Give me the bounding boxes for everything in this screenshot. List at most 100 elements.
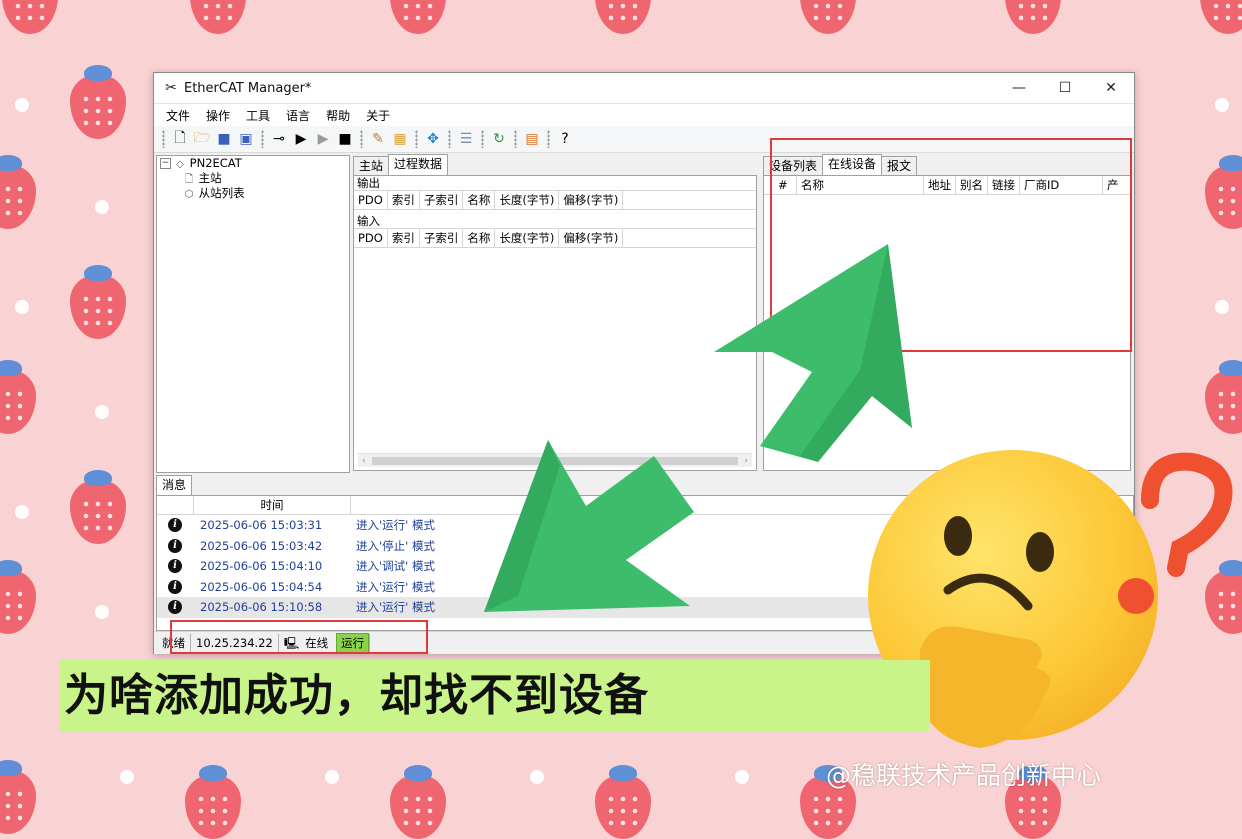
package-icon[interactable]: ▦: [389, 128, 411, 150]
col-pdo[interactable]: PDO: [354, 191, 388, 209]
col-pdo[interactable]: PDO: [354, 229, 388, 247]
toolbar-grip: [481, 130, 484, 148]
message-time: 2025-06-06 15:03:31: [200, 518, 323, 533]
tab-master[interactable]: 主站: [353, 156, 390, 175]
tree-item-slaves[interactable]: ⬡ 从站列表: [157, 186, 349, 201]
polka-dot: [1215, 300, 1229, 314]
col-offset[interactable]: 偏移(字节): [559, 229, 624, 247]
col-length[interactable]: 长度(字节): [495, 191, 560, 209]
col-name[interactable]: 名称: [463, 191, 496, 209]
info-icon: i: [168, 518, 182, 533]
strawberry-icon: [0, 360, 36, 434]
menu-tools[interactable]: 工具: [238, 107, 278, 124]
col-index[interactable]: 索引: [388, 191, 420, 209]
save-icon[interactable]: ■: [213, 128, 235, 150]
strawberry-icon: [595, 765, 651, 839]
network-icon[interactable]: ✥: [422, 128, 444, 150]
watermark-text: @稳联技术产品创新中心: [826, 761, 1102, 790]
tree-item-master[interactable]: 🗋 主站: [157, 171, 349, 186]
scroll-thumb[interactable]: [371, 456, 739, 465]
tab-process-data[interactable]: 过程数据: [388, 154, 449, 175]
menu-help[interactable]: 帮助: [318, 107, 358, 124]
strawberry-icon: [390, 765, 446, 839]
polka-dot: [95, 200, 109, 214]
collapse-icon[interactable]: −: [160, 158, 171, 169]
toolbar-grip: [162, 130, 165, 148]
list-icon[interactable]: ☰: [455, 128, 477, 150]
message-text: 进入'运行' 模式: [356, 579, 435, 594]
strawberry-icon: [0, 560, 36, 634]
tools-icon[interactable]: ✎: [367, 128, 389, 150]
polka-dot: [1215, 505, 1229, 519]
menu-bar: 文件 操作 工具 语言 帮助 关于: [154, 104, 1134, 126]
online-devices-highlight: [770, 138, 1132, 352]
input-section-label: 输入: [354, 214, 756, 228]
save-as-icon[interactable]: ▣: [235, 128, 257, 150]
question-mark-icon: [1141, 452, 1233, 577]
toolbar-grip: [514, 130, 517, 148]
polka-dot: [15, 300, 29, 314]
message-text: 进入'运行' 模式: [356, 518, 435, 533]
horizontal-scrollbar[interactable]: ‹ ›: [358, 453, 752, 467]
stop-icon[interactable]: ■: [334, 128, 356, 150]
network-node-icon: ◇: [176, 159, 184, 170]
message-time: 2025-06-06 15:04:10: [200, 559, 323, 574]
strawberry-icon: [1205, 155, 1242, 229]
strawberry-icon: [390, 0, 446, 34]
scroll-right-icon[interactable]: ›: [744, 456, 748, 466]
caption-banner: 为啥添加成功，却找不到设备: [60, 660, 930, 732]
tree-slaves-label: 从站列表: [198, 186, 245, 200]
col-time[interactable]: 时间: [194, 496, 351, 514]
strawberry-icon: [2, 0, 58, 34]
col-index[interactable]: 索引: [388, 229, 420, 247]
output-table-header: PDO 索引 子索引 名称 长度(字节) 偏移(字节): [354, 190, 756, 210]
polka-dot: [15, 505, 29, 519]
step-icon[interactable]: ▶: [312, 128, 334, 150]
col-offset[interactable]: 偏移(字节): [559, 191, 624, 209]
toolbar-grip: [360, 130, 363, 148]
strawberry-icon: [1005, 0, 1061, 34]
col-length[interactable]: 长度(字节): [495, 229, 560, 247]
polka-dot: [120, 770, 134, 784]
process-data-area: 主站 过程数据 输出 PDO 索引 子索引 名称 长度(字节) 偏移(字节) 输…: [353, 154, 757, 471]
scroll-left-icon[interactable]: ‹: [362, 456, 366, 466]
strawberry-icon: [70, 470, 126, 544]
maximize-button[interactable]: ☐: [1042, 73, 1088, 103]
strawberry-icon: [800, 0, 856, 34]
tab-messages[interactable]: 消息: [156, 475, 193, 496]
tree-master-label: 主站: [198, 171, 222, 185]
col-subindex[interactable]: 子索引: [420, 229, 464, 247]
export-icon[interactable]: ▤: [521, 128, 543, 150]
window-title: EtherCAT Manager*: [184, 80, 312, 96]
message-text: 进入'停止' 模式: [356, 538, 435, 553]
close-button[interactable]: ✕: [1088, 73, 1134, 103]
output-section-label: 输出: [354, 176, 756, 190]
polka-dot: [1215, 98, 1229, 112]
strawberry-icon: [190, 0, 246, 34]
strawberry-icon: [1205, 360, 1242, 434]
col-name[interactable]: 名称: [463, 229, 496, 247]
menu-file[interactable]: 文件: [158, 107, 198, 124]
menu-operation[interactable]: 操作: [198, 107, 238, 124]
input-table-header: PDO 索引 子索引 名称 长度(字节) 偏移(字节): [354, 228, 756, 248]
connect-icon[interactable]: ⊸: [268, 128, 290, 150]
help-icon[interactable]: ?: [554, 128, 576, 150]
tree-item-root[interactable]: − ◇ PN2ECAT: [157, 156, 349, 171]
play-icon[interactable]: ▶: [290, 128, 312, 150]
toolbar-grip: [261, 130, 264, 148]
strawberry-icon: [70, 265, 126, 339]
middle-tabs: 主站 过程数据: [353, 154, 757, 175]
tools-cross-icon: ✂: [165, 80, 177, 96]
polka-dot: [325, 770, 339, 784]
strawberry-icon: [0, 760, 36, 834]
refresh-icon[interactable]: ↻: [488, 128, 510, 150]
minimize-button[interactable]: —: [996, 73, 1042, 103]
menu-about[interactable]: 关于: [358, 107, 398, 124]
col-subindex[interactable]: 子索引: [420, 191, 464, 209]
strawberry-icon: [1200, 0, 1242, 34]
document-icon: 🗋: [184, 174, 194, 185]
new-file-icon[interactable]: 🗋: [169, 128, 191, 150]
strawberry-icon: [1205, 560, 1242, 634]
menu-language[interactable]: 语言: [278, 107, 318, 124]
open-folder-icon[interactable]: 🗁: [191, 128, 213, 150]
